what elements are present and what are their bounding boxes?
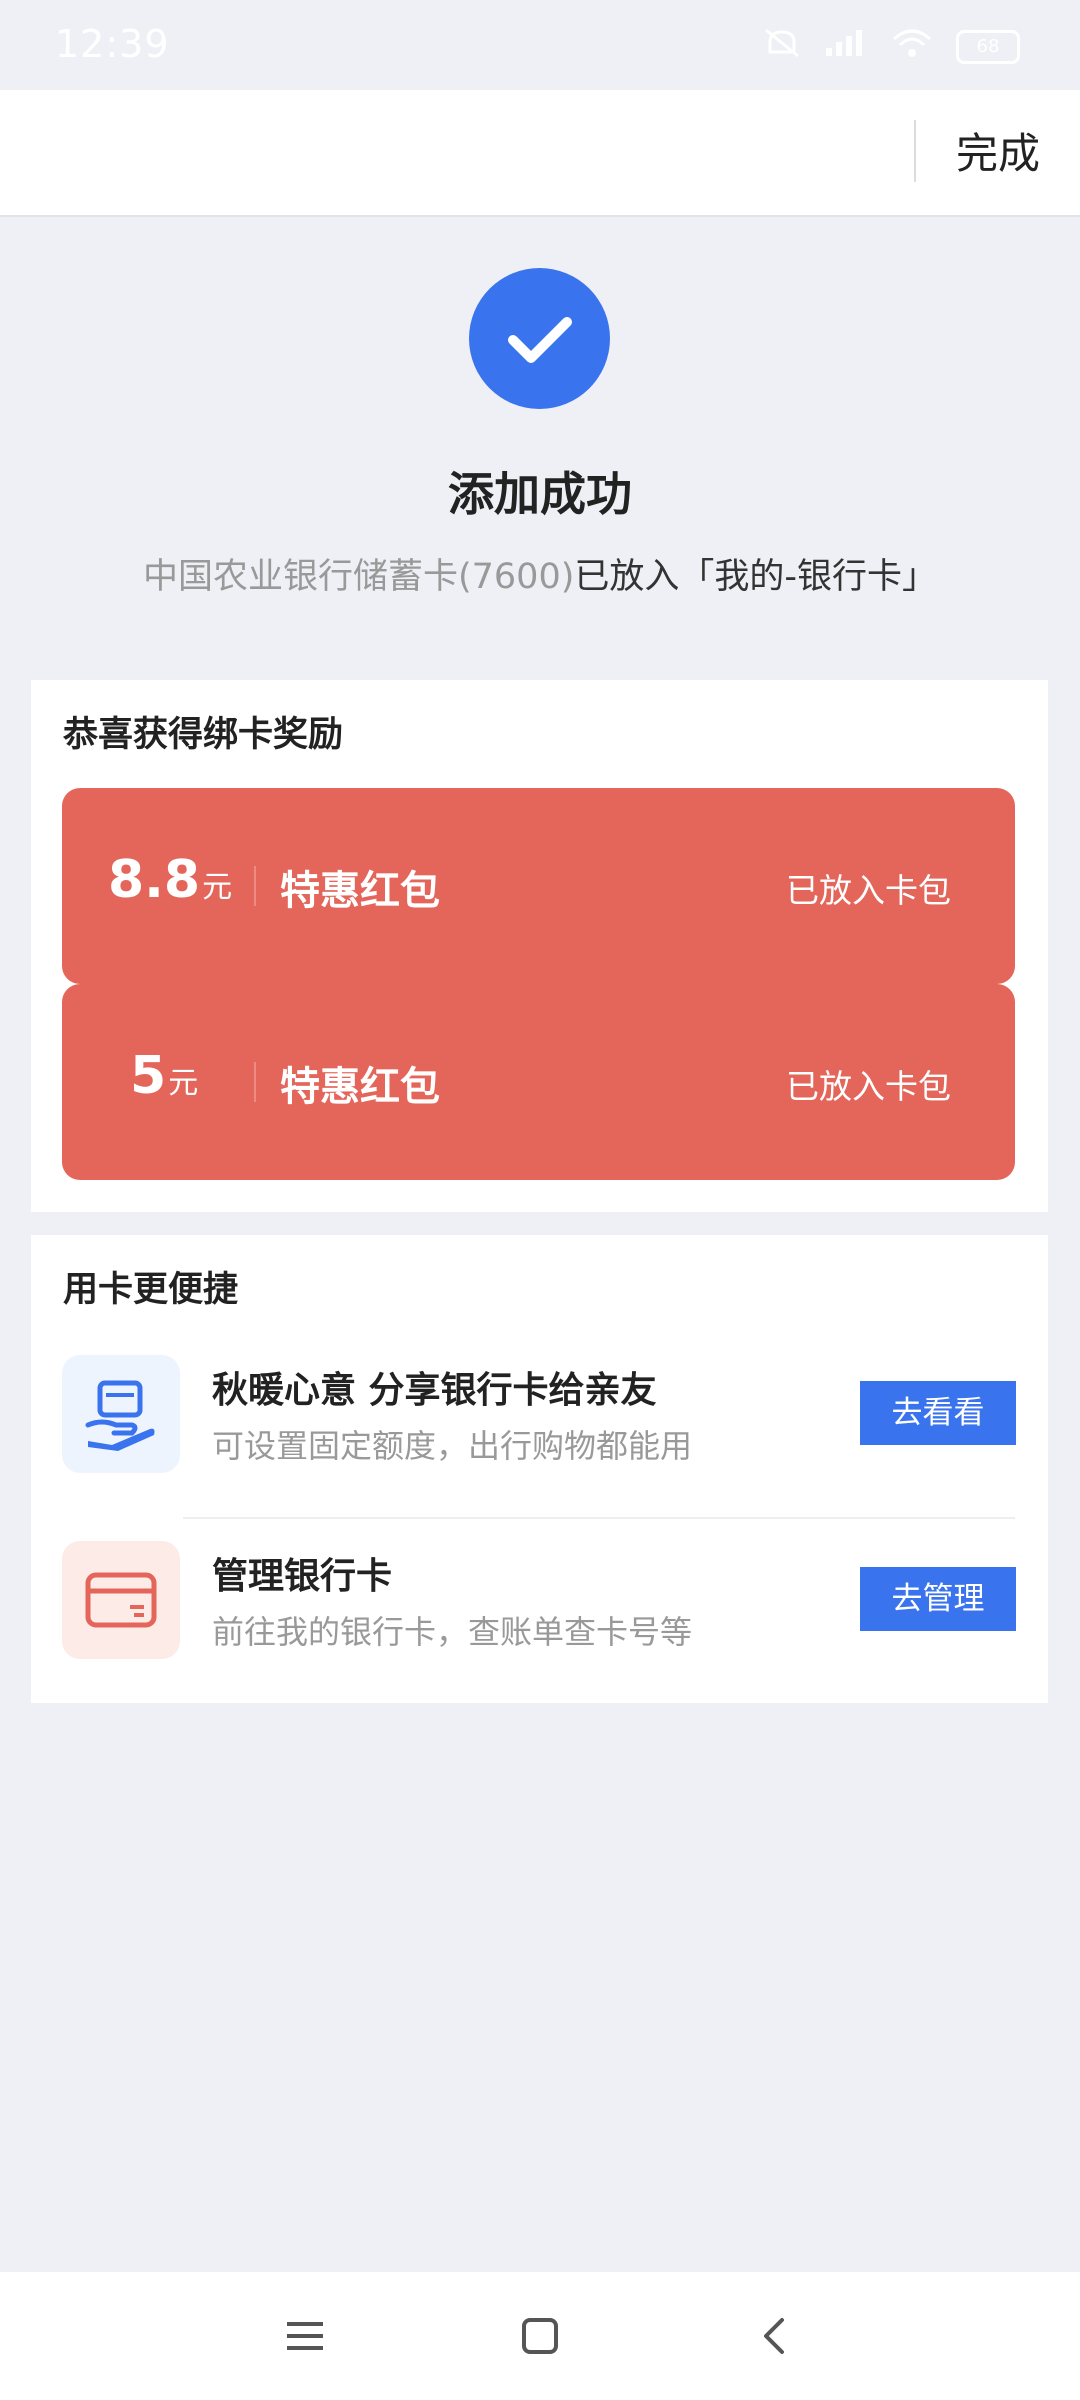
success-title: 添加成功 xyxy=(448,467,632,521)
feature-subtitle: 可设置固定额度，出行购物都能用 xyxy=(212,1427,693,1465)
mute-icon xyxy=(762,26,802,68)
card-location: 已放入「我的-银行卡」 xyxy=(574,557,938,597)
coupon-separator xyxy=(254,1062,256,1102)
coupon-item[interactable]: 8.8元 特惠红包 已放入卡包 xyxy=(62,788,1015,984)
feature-title: 秋暖心意 分享银行卡给亲友 xyxy=(212,1370,657,1411)
coupon-name: 特惠红包 xyxy=(280,1064,440,1110)
success-check-icon xyxy=(469,268,610,409)
status-icons: 68 xyxy=(762,26,1020,68)
manage-button[interactable]: 去管理 xyxy=(860,1567,1016,1631)
system-nav-bar xyxy=(0,2272,1080,2400)
divider xyxy=(183,1517,1015,1519)
header-divider xyxy=(914,120,916,182)
view-button[interactable]: 去看看 xyxy=(860,1381,1016,1445)
battery-icon: 68 xyxy=(956,30,1020,64)
done-button[interactable]: 完成 xyxy=(956,120,1040,181)
card-info: 中国农业银行储蓄卡(7600) xyxy=(142,557,575,597)
coupon-name: 特惠红包 xyxy=(280,868,440,914)
coupon-amount: 5元 xyxy=(130,1046,199,1106)
usage-card: 用卡更便捷 秋暖心意 分享银行卡给亲友 可设置固定额度，出行购物都能用 去看看 … xyxy=(31,1235,1048,1703)
coupon-unit: 元 xyxy=(168,1066,199,1101)
menu-icon[interactable] xyxy=(281,2312,329,2360)
home-icon[interactable] xyxy=(516,2312,564,2360)
feature-item-share-card[interactable]: 秋暖心意 分享银行卡给亲友 可设置固定额度，出行购物都能用 去看看 xyxy=(31,1355,1048,1515)
status-bar: 12:39 68 xyxy=(0,0,1080,90)
coupon-amount: 8.8元 xyxy=(108,850,233,910)
bank-card-icon xyxy=(62,1541,180,1659)
rewards-card: 恭喜获得绑卡奖励 8.8元 特惠红包 已放入卡包 5元 特惠红包 已放入卡包 xyxy=(31,680,1048,1212)
feature-subtitle: 前往我的银行卡，查账单查卡号等 xyxy=(212,1613,693,1651)
top-bar: 完成 xyxy=(0,90,1080,217)
feature-item-manage-card[interactable]: 管理银行卡 前往我的银行卡，查账单查卡号等 去管理 xyxy=(31,1541,1048,1701)
rewards-title: 恭喜获得绑卡奖励 xyxy=(63,715,344,755)
feature-title: 管理银行卡 xyxy=(212,1556,393,1597)
hand-card-icon xyxy=(62,1355,180,1473)
success-description: 中国农业银行储蓄卡(7600)已放入「我的-银行卡」 xyxy=(0,548,1080,599)
coupon-separator xyxy=(254,866,256,906)
coupon-status: 已放入卡包 xyxy=(786,1067,951,1106)
status-time: 12:39 xyxy=(55,22,170,66)
coupon-item[interactable]: 5元 特惠红包 已放入卡包 xyxy=(62,984,1015,1180)
wifi-icon xyxy=(890,27,934,67)
coupon-unit: 元 xyxy=(202,870,233,905)
back-icon[interactable] xyxy=(752,2312,800,2360)
usage-title: 用卡更便捷 xyxy=(63,1270,239,1310)
signal-icon xyxy=(824,28,868,66)
coupon-status: 已放入卡包 xyxy=(786,871,951,910)
